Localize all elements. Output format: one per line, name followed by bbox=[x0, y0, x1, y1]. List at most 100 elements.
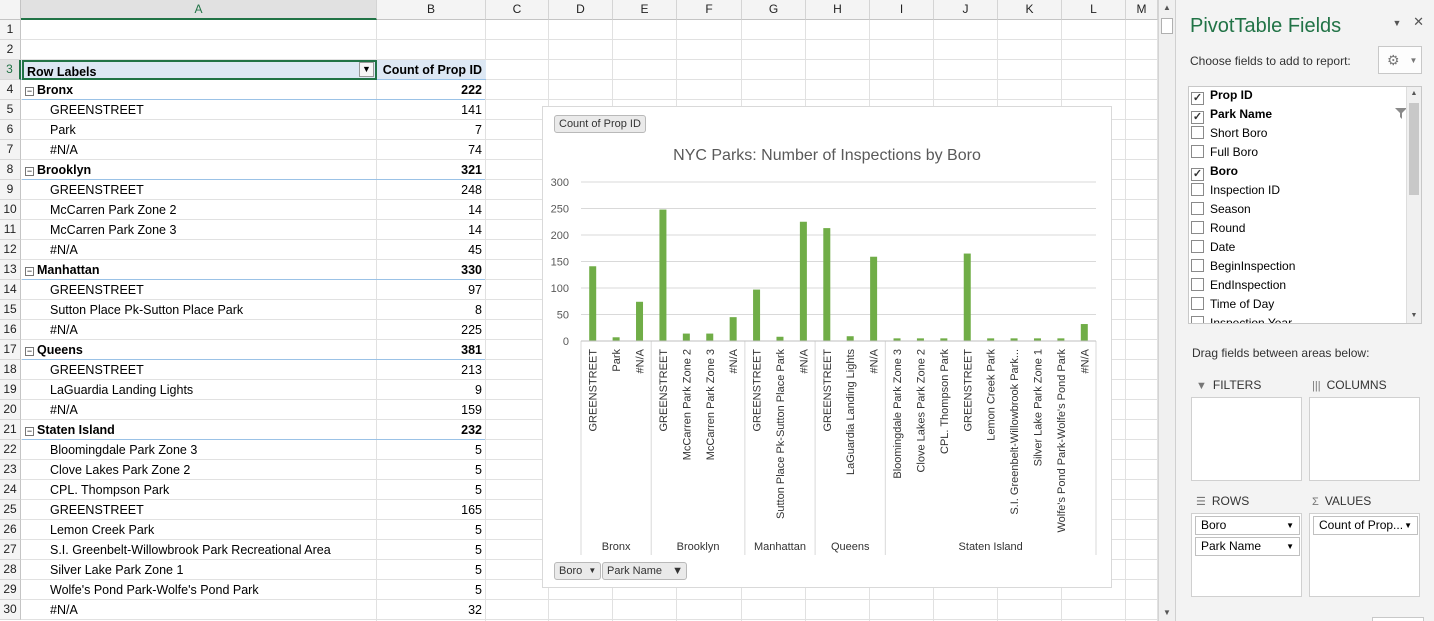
row-header-2[interactable]: 2 bbox=[0, 40, 21, 60]
row-header-19[interactable]: 19 bbox=[0, 380, 21, 400]
field-season[interactable]: Season bbox=[1191, 200, 1251, 219]
pivot-item-label[interactable]: McCarren Park Zone 3 bbox=[22, 220, 377, 240]
collapse-toggle-icon[interactable]: − bbox=[25, 427, 34, 436]
scroll-down-arrow-icon[interactable]: ▼ bbox=[1407, 309, 1421, 323]
field-begininspection[interactable]: BeginInspection bbox=[1191, 257, 1295, 276]
row-labels-filter-icon[interactable]: ▼ bbox=[359, 62, 374, 77]
row-header-9[interactable]: 9 bbox=[0, 180, 21, 200]
filters-drop-area[interactable] bbox=[1191, 397, 1302, 481]
pivot-item-count[interactable]: 5 bbox=[377, 460, 485, 480]
pivot-item-label[interactable]: LaGuardia Landing Lights bbox=[22, 380, 377, 400]
close-icon[interactable]: ✕ bbox=[1413, 14, 1424, 29]
pivot-item-label[interactable]: Park bbox=[22, 120, 377, 140]
field-inspection-year[interactable]: Inspection Year bbox=[1191, 314, 1292, 323]
pivot-item-count[interactable]: 213 bbox=[377, 360, 485, 380]
checkbox[interactable] bbox=[1191, 202, 1204, 215]
checkbox[interactable] bbox=[1191, 259, 1204, 272]
field-short-boro[interactable]: Short Boro bbox=[1191, 124, 1267, 143]
pivot-item-count[interactable]: 8 bbox=[377, 300, 485, 320]
pivot-item-count[interactable]: 5 bbox=[377, 560, 485, 580]
row-header-25[interactable]: 25 bbox=[0, 500, 21, 520]
field-time-of-day[interactable]: Time of Day bbox=[1191, 295, 1274, 314]
row-header-10[interactable]: 10 bbox=[0, 200, 21, 220]
pivot-item-label[interactable]: Clove Lakes Park Zone 2 bbox=[22, 460, 377, 480]
pivot-group-row[interactable]: − Staten Island bbox=[22, 420, 377, 440]
pivot-item-label[interactable]: GREENSTREET bbox=[22, 280, 377, 300]
pivot-item-count[interactable]: 97 bbox=[377, 280, 485, 300]
row-header-16[interactable]: 16 bbox=[0, 320, 21, 340]
vertical-scrollbar[interactable]: ▲ ▼ bbox=[1158, 0, 1175, 621]
row-header-4[interactable]: 4 bbox=[0, 80, 21, 100]
pivot-item-count[interactable]: 159 bbox=[377, 400, 485, 420]
pivot-item-label[interactable]: Silver Lake Park Zone 1 bbox=[22, 560, 377, 580]
pivot-item-label[interactable]: Lemon Creek Park bbox=[22, 520, 377, 540]
row-header-1[interactable]: 1 bbox=[0, 20, 21, 40]
checkbox[interactable] bbox=[1191, 240, 1204, 253]
row-header-5[interactable]: 5 bbox=[0, 100, 21, 120]
pivot-item-count[interactable]: 32 bbox=[377, 600, 485, 620]
row-header-24[interactable]: 24 bbox=[0, 480, 21, 500]
checkbox[interactable] bbox=[1191, 297, 1204, 310]
pivot-item-count[interactable]: 14 bbox=[377, 220, 485, 240]
pivot-item-count[interactable]: 5 bbox=[377, 520, 485, 540]
collapse-toggle-icon[interactable]: − bbox=[25, 267, 34, 276]
pivot-group-row[interactable]: − Brooklyn bbox=[22, 160, 377, 180]
field-round[interactable]: Round bbox=[1191, 219, 1245, 238]
field-date[interactable]: Date bbox=[1191, 238, 1235, 257]
pivot-item-label[interactable]: S.I. Greenbelt-Willowbrook Park Recreati… bbox=[22, 540, 377, 560]
column-header-k[interactable]: K bbox=[998, 0, 1062, 20]
collapse-toggle-icon[interactable]: − bbox=[25, 167, 34, 176]
rows-pill-park-name[interactable]: Park Name ▼ bbox=[1195, 537, 1300, 556]
checkbox[interactable] bbox=[1191, 316, 1204, 323]
row-header-20[interactable]: 20 bbox=[0, 400, 21, 420]
checkbox[interactable] bbox=[1191, 221, 1204, 234]
rows-drop-area[interactable]: Boro ▼ Park Name ▼ bbox=[1191, 513, 1302, 597]
pivot-item-label[interactable]: #N/A bbox=[22, 320, 377, 340]
row-header-11[interactable]: 11 bbox=[0, 220, 21, 240]
pivot-item-count[interactable]: 225 bbox=[377, 320, 485, 340]
row-header-3[interactable]: 3 bbox=[0, 60, 21, 80]
chevron-down-icon[interactable]: ▼ bbox=[1286, 517, 1294, 534]
pivot-item-count[interactable]: 14 bbox=[377, 200, 485, 220]
row-header-6[interactable]: 6 bbox=[0, 120, 21, 140]
checkbox[interactable] bbox=[1191, 145, 1204, 158]
pivot-item-label[interactable]: #N/A bbox=[22, 600, 377, 620]
select-all-corner[interactable] bbox=[0, 0, 21, 20]
pivot-item-label[interactable]: #N/A bbox=[22, 240, 377, 260]
scroll-down-arrow-icon[interactable]: ▼ bbox=[1159, 605, 1175, 621]
pivot-item-count[interactable]: 5 bbox=[377, 480, 485, 500]
chevron-down-icon[interactable]: ▼ bbox=[1286, 538, 1294, 555]
field-list-scrollbar[interactable]: ▲ ▼ bbox=[1406, 87, 1421, 323]
row-header-28[interactable]: 28 bbox=[0, 560, 21, 580]
field-endinspection[interactable]: EndInspection bbox=[1191, 276, 1286, 295]
row-header-12[interactable]: 12 bbox=[0, 240, 21, 260]
pivot-group-row[interactable]: − Bronx bbox=[22, 80, 377, 100]
row-labels-header[interactable]: Row Labels bbox=[22, 60, 377, 80]
row-header-26[interactable]: 26 bbox=[0, 520, 21, 540]
pivot-item-label[interactable]: GREENSTREET bbox=[22, 100, 377, 120]
pivot-item-label[interactable]: GREENSTREET bbox=[22, 360, 377, 380]
scroll-up-arrow-icon[interactable]: ▲ bbox=[1159, 0, 1175, 16]
values-drop-area[interactable]: Count of Prop... ▼ bbox=[1309, 513, 1420, 597]
row-header-22[interactable]: 22 bbox=[0, 440, 21, 460]
row-header-30[interactable]: 30 bbox=[0, 600, 21, 620]
collapse-toggle-icon[interactable]: − bbox=[25, 347, 34, 356]
pivot-item-count[interactable]: 5 bbox=[377, 580, 485, 600]
pivot-item-label[interactable]: GREENSTREET bbox=[22, 180, 377, 200]
pivot-item-count[interactable]: 45 bbox=[377, 240, 485, 260]
group-total[interactable]: 321 bbox=[377, 160, 485, 180]
pivot-item-label[interactable]: #N/A bbox=[22, 400, 377, 420]
column-header-f[interactable]: F bbox=[677, 0, 742, 20]
pivot-item-label[interactable]: Sutton Place Pk-Sutton Place Park bbox=[22, 300, 377, 320]
row-header-18[interactable]: 18 bbox=[0, 360, 21, 380]
row-header-14[interactable]: 14 bbox=[0, 280, 21, 300]
pivot-item-label[interactable]: McCarren Park Zone 2 bbox=[22, 200, 377, 220]
column-header-g[interactable]: G bbox=[742, 0, 806, 20]
pivot-item-count[interactable]: 248 bbox=[377, 180, 485, 200]
scroll-up-arrow-icon[interactable]: ▲ bbox=[1407, 87, 1421, 101]
row-header-15[interactable]: 15 bbox=[0, 300, 21, 320]
update-button[interactable] bbox=[1372, 617, 1424, 621]
pivot-item-label[interactable]: #N/A bbox=[22, 140, 377, 160]
chevron-down-icon[interactable]: ▼ bbox=[1404, 517, 1412, 534]
column-header-a[interactable]: A bbox=[21, 0, 377, 20]
